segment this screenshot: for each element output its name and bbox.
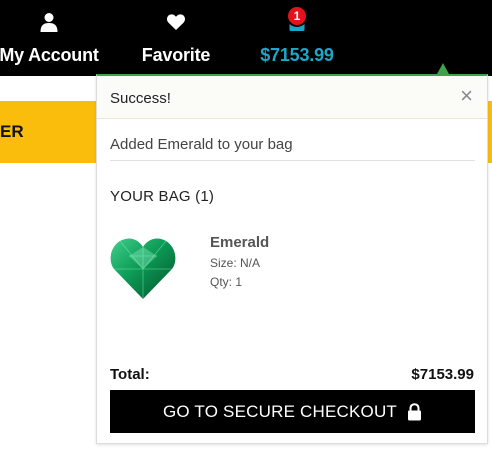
heart-icon bbox=[166, 12, 186, 37]
popup-pointer bbox=[437, 63, 449, 74]
checkout-button-label: GO TO SECURE CHECKOUT bbox=[162, 401, 398, 421]
total-value: $7153.99 bbox=[411, 366, 474, 383]
secure-checkout-button[interactable]: GO TO SECURE CHECKOUT bbox=[110, 390, 475, 433]
product-qty: Qty: 1 bbox=[210, 275, 243, 289]
bag-heading: YOUR BAG (1) bbox=[110, 188, 215, 205]
added-to-bag-popup: Success! × Added Emerald to your bag YOU… bbox=[96, 74, 488, 444]
favorite-link[interactable]: Favorite bbox=[130, 12, 222, 66]
my-account-link[interactable]: My Account bbox=[0, 12, 99, 66]
popup-header: Success! × bbox=[97, 76, 487, 119]
cart-link[interactable]: 1 $7153.99 bbox=[252, 5, 342, 66]
my-account-label: My Account bbox=[0, 45, 99, 65]
close-icon[interactable]: × bbox=[460, 85, 473, 107]
promo-banner-text: ER bbox=[0, 122, 24, 141]
emerald-heart-gem[interactable] bbox=[109, 236, 177, 302]
total-label: Total: bbox=[110, 366, 150, 383]
cart-total: $7153.99 bbox=[260, 45, 334, 65]
popup-title: Success! bbox=[110, 90, 171, 107]
added-message: Added Emerald to your bag bbox=[110, 136, 293, 153]
cart-count-badge: 1 bbox=[286, 5, 308, 27]
lock-icon bbox=[407, 402, 422, 421]
product-name[interactable]: Emerald bbox=[210, 234, 269, 251]
product-size: Size: N/A bbox=[210, 256, 261, 270]
user-icon bbox=[39, 12, 59, 37]
favorite-label: Favorite bbox=[141, 45, 211, 65]
divider bbox=[110, 160, 475, 161]
top-navigation-bar: My Account Favorite 1 $7153.99 bbox=[0, 0, 492, 76]
